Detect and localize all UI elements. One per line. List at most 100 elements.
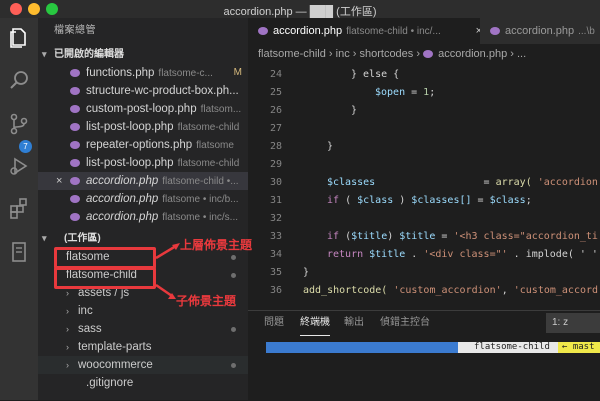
annotation-child-box bbox=[54, 267, 156, 289]
file-path: flatsome-child •... bbox=[162, 176, 239, 187]
php-file-icon bbox=[70, 176, 80, 185]
file-item[interactable]: .gitignore bbox=[38, 374, 248, 392]
remote-explorer-icon[interactable] bbox=[7, 240, 31, 264]
php-file-icon bbox=[70, 158, 80, 167]
file-path: flatsome • inc/s... bbox=[162, 212, 238, 223]
file-name: list-post-loop.php bbox=[86, 121, 174, 133]
file-path: flatsome-c... bbox=[158, 68, 213, 79]
open-editor-item[interactable]: accordion.php flatsome • inc/s... bbox=[38, 208, 248, 226]
panel-tab-problems[interactable]: 問題 bbox=[264, 311, 284, 335]
chevron-right-icon: › bbox=[66, 360, 69, 370]
prompt-dir-segment: flatsome-child bbox=[458, 342, 558, 353]
folder-item[interactable]: › template-parts bbox=[38, 338, 248, 356]
code-line: 28} bbox=[269, 141, 334, 152]
search-icon[interactable] bbox=[7, 68, 31, 92]
folder-name: inc bbox=[78, 305, 93, 317]
prompt-path-segment bbox=[266, 342, 458, 353]
panel-tab-debug-console[interactable]: 偵錯主控台 bbox=[380, 311, 430, 335]
chevron-right-icon: › bbox=[66, 324, 69, 334]
breadcrumb-item[interactable]: inc bbox=[336, 48, 350, 60]
editor-area: accordion.php flatsome-child • inc/... × a… bbox=[248, 18, 600, 401]
open-editor-item[interactable]: accordion.php flatsome • inc/b... bbox=[38, 190, 248, 208]
modified-dot-icon bbox=[231, 327, 236, 332]
php-file-icon bbox=[70, 86, 80, 95]
modified-dot-icon bbox=[231, 273, 236, 278]
bottom-panel: 問題 終端機 輸出 偵錯主控台 1: z flatsome-child ← ma… bbox=[248, 310, 600, 401]
php-file-icon bbox=[70, 212, 80, 221]
close-editor-icon[interactable]: × bbox=[56, 172, 62, 190]
breadcrumb-item[interactable]: flatsome-child bbox=[258, 48, 326, 60]
folder-name: template-parts bbox=[78, 341, 152, 353]
annotation-child-theme: 子佈景主題 bbox=[176, 294, 237, 308]
file-path: flatsome-child bbox=[177, 158, 240, 169]
open-editor-item[interactable]: repeater-options.php flatsome bbox=[38, 136, 248, 154]
folder-item[interactable]: › sass bbox=[38, 320, 248, 338]
tab-accordion-child[interactable]: accordion.php flatsome-child • inc/... × bbox=[248, 18, 490, 44]
file-name: custom-post-loop.php bbox=[86, 103, 197, 115]
terminal-selector[interactable]: 1: z bbox=[546, 313, 600, 333]
open-editor-item[interactable]: list-post-loop.php flatsome-child bbox=[38, 118, 248, 136]
breadcrumb-item[interactable]: accordion.php bbox=[438, 48, 507, 60]
php-file-icon bbox=[70, 104, 80, 113]
code-line: 34 return $title . '<div class="' . implo… bbox=[269, 249, 598, 260]
file-path: flatsome bbox=[196, 140, 234, 151]
file-name: structure-wc-product-box.ph... bbox=[86, 85, 239, 97]
code-line: 31 if ( $class ) $classes[] = $class; bbox=[269, 195, 532, 206]
php-file-icon bbox=[70, 122, 80, 131]
run-debug-icon[interactable] bbox=[7, 154, 31, 178]
folder-item[interactable]: › woocommerce bbox=[38, 356, 248, 374]
explorer-sidebar: 檔案總管 ▾ 已開啟的編輯器 functions.php flatsome-c...… bbox=[38, 18, 248, 400]
annotation-parent-theme: 上層佈景主題 bbox=[180, 238, 253, 252]
code-line: 36 add_shortcode( 'custom_accordion', 'cu… bbox=[269, 285, 599, 296]
modified-badge: M bbox=[233, 67, 242, 78]
folder-name: sass bbox=[78, 323, 102, 335]
code-line: 33 if ($title) $title = '<h3 class="accor… bbox=[269, 231, 598, 242]
annotation-parent-box bbox=[54, 247, 156, 269]
file-name: functions.php bbox=[86, 67, 155, 79]
open-editor-item[interactable]: custom-post-loop.php flatsom... bbox=[38, 100, 248, 118]
panel-tab-terminal[interactable]: 終端機 bbox=[300, 311, 330, 336]
open-editor-item[interactable]: × accordion.php flatsome-child •... bbox=[38, 172, 248, 190]
folder-name: .gitignore bbox=[86, 377, 134, 389]
modified-dot-icon bbox=[231, 255, 236, 260]
open-editors-section[interactable]: ▾ 已開啟的編輯器 bbox=[38, 44, 248, 64]
explorer-header: 檔案總管 bbox=[54, 25, 96, 36]
code-line: 27 bbox=[269, 123, 282, 134]
source-control-icon[interactable] bbox=[7, 112, 31, 136]
code-line: 35} bbox=[269, 267, 310, 278]
editor-tabs: accordion.php flatsome-child • inc/... × a… bbox=[248, 18, 600, 44]
breadcrumb-item[interactable]: shortcodes bbox=[359, 48, 413, 60]
terminal-prompt[interactable]: flatsome-child ← mast bbox=[266, 342, 600, 353]
open-editor-item[interactable]: functions.php flatsome-c... M bbox=[38, 64, 248, 82]
open-editor-item[interactable]: structure-wc-product-box.ph... bbox=[38, 82, 248, 100]
php-file-icon bbox=[70, 68, 80, 77]
folder-name: woocommerce bbox=[78, 359, 153, 371]
file-name: repeater-options.php bbox=[86, 139, 193, 151]
code-line: 24} else { bbox=[269, 69, 400, 80]
activity-bar: 7 bbox=[0, 18, 38, 400]
code-line: 25 $open = 1; bbox=[269, 87, 436, 98]
code-line: 32 bbox=[269, 213, 282, 224]
php-file-icon bbox=[70, 140, 80, 149]
file-path: flatsome-child bbox=[177, 122, 240, 133]
code-line: 29 bbox=[269, 159, 282, 170]
title-bar: accordion.php — ███ (工作區) bbox=[0, 0, 600, 19]
breadcrumb: flatsome-child › inc › shortcodes › acco… bbox=[258, 48, 527, 60]
window-title: accordion.php — ███ (工作區) bbox=[223, 6, 377, 18]
chevron-right-icon: › bbox=[66, 306, 69, 316]
breadcrumb-item[interactable]: ... bbox=[517, 48, 526, 60]
panel-tab-output[interactable]: 輸出 bbox=[344, 311, 364, 335]
file-name: list-post-loop.php bbox=[86, 157, 174, 169]
open-editor-item[interactable]: list-post-loop.php flatsome-child bbox=[38, 154, 248, 172]
php-file-icon bbox=[70, 194, 80, 203]
prompt-git-segment: ← mast bbox=[558, 342, 600, 353]
chevron-right-icon: › bbox=[66, 342, 69, 352]
code-view[interactable]: 24} else { 25 $open = 1; 26} 27 28} 29 30… bbox=[248, 66, 600, 300]
file-name: accordion.php bbox=[86, 211, 159, 223]
explorer-files-icon[interactable] bbox=[7, 26, 31, 50]
php-file-icon bbox=[490, 27, 500, 36]
php-file-icon bbox=[423, 50, 434, 59]
tab-accordion-parent[interactable]: accordion.php ...\b bbox=[480, 18, 600, 44]
code-line: 30 $classes = array( 'accordion' bbox=[269, 177, 600, 188]
extensions-icon[interactable] bbox=[7, 196, 31, 220]
